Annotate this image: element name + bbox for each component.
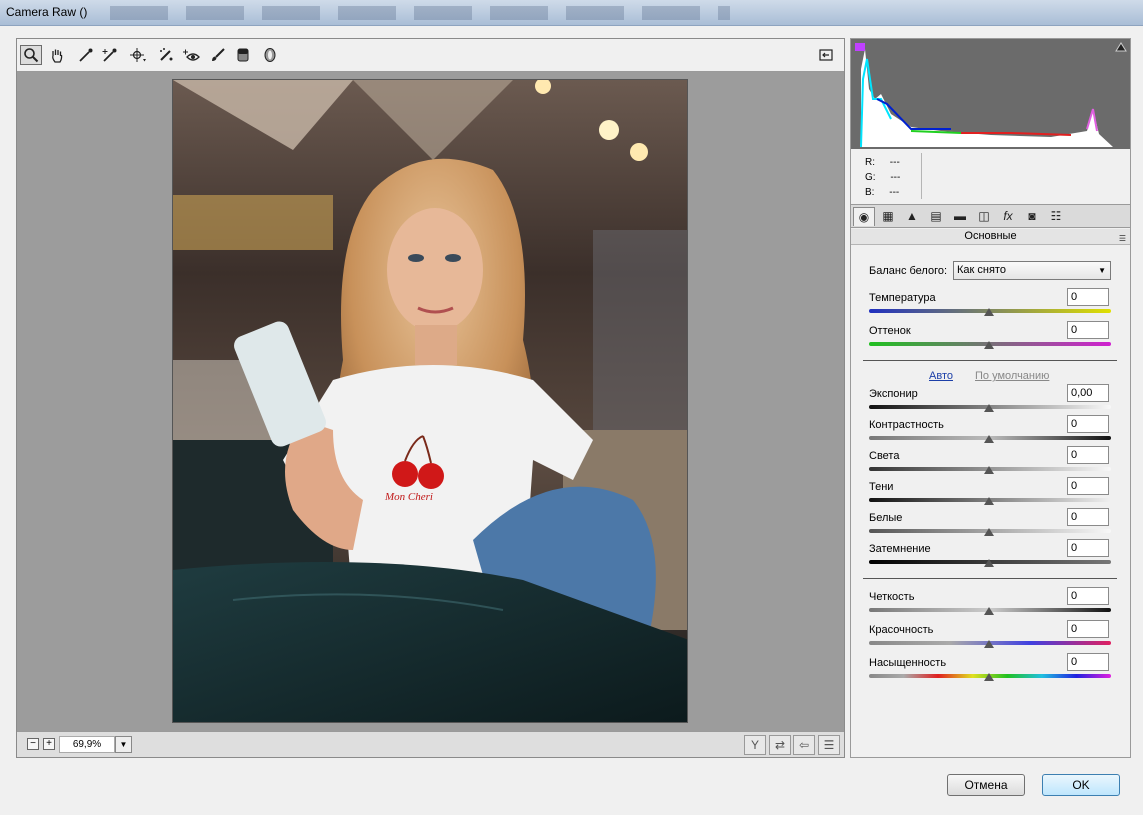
toggle-fullscreen-icon[interactable]	[815, 45, 837, 65]
b-value: ---	[889, 187, 900, 198]
radial-filter-tool-icon[interactable]	[259, 45, 281, 65]
tool-bar	[17, 39, 844, 72]
white-balance-label: Баланс белого:	[869, 265, 948, 277]
temperature-slider-thumb[interactable]	[984, 308, 994, 316]
adjustment-brush-tool-icon[interactable]	[207, 45, 229, 65]
temperature-label: Температура	[869, 292, 936, 304]
temperature-field[interactable]: 0	[1067, 288, 1109, 306]
vibrance-field[interactable]: 0	[1067, 620, 1109, 638]
preview-frame: Mon Cheri − + 69,9% ▼ Y ⇄ ⇦ ☰	[16, 38, 845, 758]
exposure-slider-thumb[interactable]	[984, 404, 994, 412]
preview-photo: Mon Cheri	[172, 79, 688, 723]
blacks-label: Затемнение	[869, 543, 931, 555]
camera-raw-dialog: Mon Cheri − + 69,9% ▼ Y ⇄ ⇦ ☰ R: --- G: …	[0, 26, 1143, 815]
white-balance-select[interactable]: Как снято ▼	[953, 261, 1111, 280]
clarity-field[interactable]: 0	[1067, 587, 1109, 605]
tab-split-toning-icon[interactable]: ▬	[949, 207, 971, 226]
zoom-dropdown-button[interactable]: ▼	[115, 736, 132, 753]
tab-detail-icon[interactable]: ▲	[901, 207, 923, 226]
tab-effects-icon[interactable]: fx	[997, 207, 1019, 226]
zoom-out-button[interactable]: −	[27, 738, 39, 750]
svg-text:Mon Cheri: Mon Cheri	[384, 491, 433, 503]
tab-presets-icon[interactable]: ☷	[1045, 207, 1067, 226]
highlights-label: Света	[869, 450, 900, 462]
chevron-down-icon: ▼	[1098, 266, 1106, 275]
swap-before-after-icon[interactable]: ⇄	[769, 735, 791, 755]
panel-menu-icon[interactable]: ☰	[1119, 231, 1126, 246]
white-balance-value: Как снято	[957, 264, 1006, 276]
highlights-slider-thumb[interactable]	[984, 466, 994, 474]
contrast-slider-thumb[interactable]	[984, 435, 994, 443]
status-bar: − + 69,9% ▼ Y ⇄ ⇦ ☰	[17, 731, 844, 757]
tint-slider-thumb[interactable]	[984, 341, 994, 349]
white-balance-tool-icon[interactable]	[75, 45, 97, 65]
shadows-field[interactable]: 0	[1067, 477, 1109, 495]
default-link[interactable]: По умолчанию	[975, 370, 1049, 382]
saturation-slider-thumb[interactable]	[984, 673, 994, 681]
contrast-field[interactable]: 0	[1067, 415, 1109, 433]
section-header: Основные ☰	[851, 229, 1130, 245]
vibrance-label: Красочность	[869, 624, 934, 636]
zoom-level-field[interactable]: 69,9%	[59, 736, 115, 753]
clarity-label: Четкость	[869, 591, 915, 603]
g-value: ---	[890, 172, 901, 183]
graduated-filter-tool-icon[interactable]	[232, 45, 254, 65]
contrast-label: Контрастность	[869, 419, 944, 431]
r-value: ---	[889, 157, 900, 168]
tab-camera-calibration-icon[interactable]: ◙	[1021, 207, 1043, 226]
adjustments-panel: R: --- G: --- B: --- ◉ ▦ ▲ ▤ ▬ ◫ fx ◙ ☷ …	[850, 38, 1131, 758]
exposure-label: Экспонир	[869, 388, 918, 400]
section-title: Основные	[964, 230, 1017, 242]
divider	[863, 578, 1117, 579]
preview-preferences-icon[interactable]: ☰	[818, 735, 840, 755]
color-sampler-tool-icon[interactable]	[99, 45, 121, 65]
shadows-slider-thumb[interactable]	[984, 497, 994, 505]
copy-settings-icon[interactable]: ⇦	[793, 735, 815, 755]
exposure-field[interactable]: 0,00	[1067, 384, 1109, 402]
tab-basic-icon[interactable]: ◉	[853, 207, 875, 226]
readout-divider	[921, 153, 922, 199]
g-label: G:	[865, 172, 876, 183]
auto-link[interactable]: Авто	[929, 370, 953, 382]
red-eye-tool-icon[interactable]	[180, 45, 202, 65]
whites-label: Белые	[869, 512, 903, 524]
r-label: R:	[865, 157, 875, 168]
spot-removal-tool-icon[interactable]	[155, 45, 177, 65]
shadows-label: Тени	[869, 481, 894, 493]
title-bar: Camera Raw ()	[0, 0, 1143, 26]
saturation-field[interactable]: 0	[1067, 653, 1109, 671]
tab-hsl-icon[interactable]: ▤	[925, 207, 947, 226]
vibrance-slider-thumb[interactable]	[984, 640, 994, 648]
window-title: Camera Raw ()	[6, 5, 88, 19]
blacks-field[interactable]: 0	[1067, 539, 1109, 557]
highlights-field[interactable]: 0	[1067, 446, 1109, 464]
zoom-in-button[interactable]: +	[43, 738, 55, 750]
ok-button[interactable]: OK	[1042, 774, 1120, 796]
divider	[863, 360, 1117, 361]
targeted-adjustment-tool-icon[interactable]	[127, 45, 149, 65]
rgb-readout: R: --- G: --- B: ---	[865, 155, 900, 200]
whites-slider-thumb[interactable]	[984, 528, 994, 536]
tint-label: Оттенок	[869, 325, 911, 337]
histogram	[851, 39, 1130, 149]
image-canvas[interactable]: Mon Cheri	[17, 73, 844, 731]
saturation-label: Насыщенность	[869, 657, 947, 669]
tab-tone-curve-icon[interactable]: ▦	[877, 207, 899, 226]
b-label: B:	[865, 187, 875, 198]
tab-lens-corrections-icon[interactable]: ◫	[973, 207, 995, 226]
cancel-button[interactable]: Отмена	[947, 774, 1025, 796]
blacks-slider-thumb[interactable]	[984, 559, 994, 567]
hand-tool-icon[interactable]	[46, 45, 68, 65]
whites-field[interactable]: 0	[1067, 508, 1109, 526]
zoom-tool-icon[interactable]	[20, 45, 42, 65]
background-menu-bar	[110, 6, 730, 20]
view-mode-icon[interactable]: Y	[744, 735, 766, 755]
clarity-slider-thumb[interactable]	[984, 607, 994, 615]
panel-tabs: ◉ ▦ ▲ ▤ ▬ ◫ fx ◙ ☷	[851, 204, 1130, 228]
tint-field[interactable]: 0	[1067, 321, 1109, 339]
